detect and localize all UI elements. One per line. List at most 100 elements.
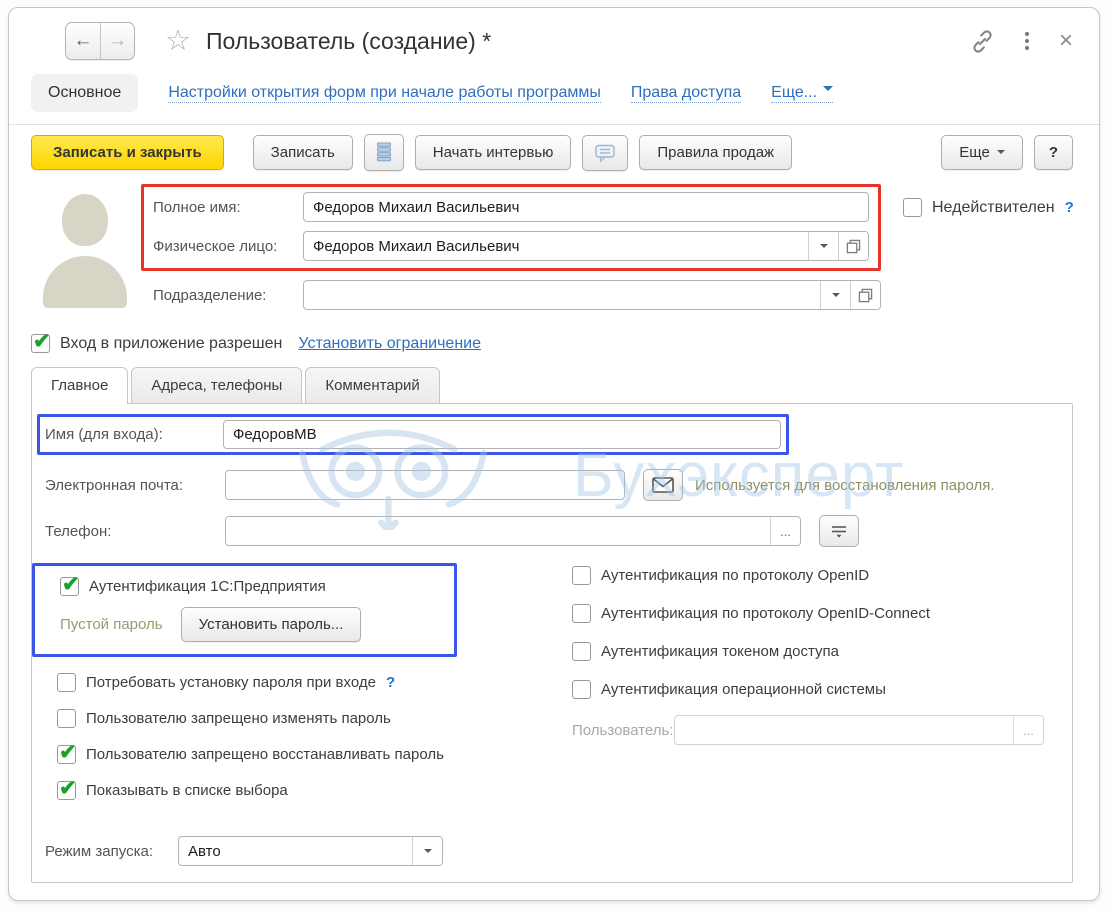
os-user-label: Пользователь: [572, 721, 674, 739]
password-options-list: Потребовать установку пароля при входе ?… [57, 673, 572, 801]
toolbar: Записать и закрыть Записать Начать интер… [9, 125, 1099, 180]
speech-bubble-icon [595, 144, 616, 163]
login-name-input[interactable] [223, 420, 781, 449]
launch-mode-label: Режим запуска: [45, 842, 153, 860]
person-combo [303, 231, 869, 261]
nav-row: Основное Настройки открытия форм при нач… [9, 66, 1099, 124]
highlight-blue-box-auth: Аутентификация 1С:Предприятия Пустой пар… [32, 563, 457, 657]
person-dropdown-button[interactable] [808, 232, 838, 260]
forward-button[interactable]: → [100, 23, 134, 59]
email-input[interactable] [225, 470, 625, 500]
require-password-help-icon[interactable]: ? [386, 674, 395, 691]
more-button[interactable]: Еще [941, 135, 1023, 170]
department-open-button[interactable] [850, 281, 880, 309]
auth-options-list: Аутентификация по протоколу OpenID Аутен… [572, 566, 1044, 699]
chevron-down-icon [819, 244, 828, 252]
copy-link-icon[interactable] [970, 29, 995, 54]
login-allowed-checkbox[interactable] [31, 329, 51, 354]
openid-label: Аутентификация по протоколу OpenID [601, 567, 870, 584]
openid-connect-checkbox[interactable] [572, 604, 591, 623]
person-open-button[interactable] [838, 232, 868, 260]
sales-rules-button[interactable]: Правила продаж [639, 135, 793, 170]
auth-columns: Аутентификация 1С:Предприятия Пустой пар… [32, 563, 1072, 801]
phone-input[interactable] [226, 517, 770, 545]
require-password-label: Потребовать установку пароля при входе [86, 674, 376, 691]
tab-main-section[interactable]: Основное [31, 74, 139, 112]
access-token-label: Аутентификация токеном доступа [601, 643, 839, 660]
link-more[interactable]: Еще... [771, 84, 834, 103]
os-user-input[interactable] [675, 716, 1013, 744]
show-in-choice-list-checkbox[interactable] [57, 776, 77, 801]
link-form-open-settings[interactable]: Настройки открытия форм при начале работ… [168, 84, 601, 103]
favorite-star-icon[interactable]: ☆ [165, 26, 191, 56]
phone-row: Телефон: ... [45, 515, 1072, 547]
openid-checkbox[interactable] [572, 566, 591, 585]
launch-mode-input[interactable] [179, 837, 412, 865]
require-password-checkbox[interactable] [57, 673, 76, 692]
comment-icon-button[interactable] [582, 134, 629, 171]
forward-arrow-icon: → [108, 30, 127, 51]
person-input[interactable] [304, 232, 808, 260]
phone-ellipsis-button[interactable]: ... [770, 517, 800, 545]
email-row: Электронная почта: Используется для восс… [45, 469, 1072, 501]
empty-password-status: Пустой пароль [60, 616, 163, 633]
department-input[interactable] [304, 281, 820, 309]
select-from-list-icon [832, 525, 846, 538]
list-icon [376, 142, 391, 162]
access-token-checkbox[interactable] [572, 642, 591, 661]
phone-select-list-button[interactable] [819, 515, 859, 547]
highlight-red-box: Полное имя: Физическое лицо: [141, 184, 881, 271]
forbid-recover-password-label: Пользователю запрещено восстанавливать п… [86, 746, 444, 763]
page-title: Пользователь (создание) * [206, 27, 492, 54]
login-allowed-label: Вход в приложение разрешен [60, 334, 283, 352]
person-label: Физическое лицо: [153, 237, 278, 255]
full-name-label: Полное имя: [153, 198, 241, 216]
forbid-recover-password-checkbox[interactable] [57, 740, 77, 765]
tab-comment[interactable]: Комментарий [305, 367, 440, 403]
window-controls: × [970, 29, 1073, 54]
highlight-blue-box-login: Имя (для входа): [37, 414, 789, 455]
save-and-close-button[interactable]: Записать и закрыть [31, 135, 224, 170]
launch-mode-row: Режим запуска: [45, 836, 1072, 866]
os-user-row: Пользователь: ... [572, 715, 1044, 745]
phone-combo: ... [225, 516, 801, 546]
back-button[interactable]: ← [66, 23, 100, 59]
os-user-combo: ... [674, 715, 1044, 745]
login-name-label: Имя (для входа): [45, 426, 163, 443]
launch-mode-combo [178, 836, 443, 866]
avatar [43, 192, 127, 308]
login-allowed-row: Вход в приложение разрешен Установить ог… [9, 310, 1099, 354]
openid-connect-label: Аутентификация по протоколу OpenID-Conne… [601, 605, 931, 622]
tab-general[interactable]: Главное [31, 367, 129, 404]
os-auth-checkbox[interactable] [572, 680, 591, 699]
os-user-ellipsis-button[interactable]: ... [1013, 716, 1043, 744]
department-dropdown-button[interactable] [820, 281, 850, 309]
close-icon[interactable]: × [1059, 29, 1073, 53]
help-button[interactable]: ? [1033, 135, 1073, 170]
start-interview-button[interactable]: Начать интервью [414, 135, 572, 170]
email-send-button[interactable] [643, 469, 683, 501]
email-hint: Используется для восстановления пароля. [695, 476, 995, 494]
menu-kebab-icon[interactable] [1022, 29, 1032, 53]
show-in-choice-list-label: Показывать в списке выбора [86, 782, 288, 799]
open-form-icon [858, 288, 873, 302]
email-label: Электронная почта: [45, 476, 184, 494]
invalid-help-icon[interactable]: ? [1065, 199, 1074, 216]
invalid-checkbox[interactable] [903, 198, 922, 217]
os-auth-label: Аутентификация операционной системы [601, 681, 886, 698]
list-icon-button[interactable] [363, 134, 404, 171]
chevron-down-icon [831, 293, 840, 301]
identity-section: Полное имя: Физическое лицо: [9, 180, 1099, 310]
tab-addresses-phones[interactable]: Адреса, телефоны [131, 367, 303, 403]
full-name-input[interactable] [303, 192, 869, 222]
set-password-button[interactable]: Установить пароль... [180, 607, 362, 642]
launch-mode-dropdown-button[interactable] [412, 837, 442, 865]
envelope-icon [652, 477, 674, 493]
department-combo [303, 280, 881, 310]
auth-1c-checkbox[interactable] [60, 572, 80, 597]
link-access-rights[interactable]: Права доступа [630, 84, 742, 103]
invalid-label: Недействителен [932, 198, 1055, 216]
set-restriction-link[interactable]: Установить ограничение [298, 335, 481, 353]
save-button[interactable]: Записать [252, 135, 353, 170]
forbid-change-password-checkbox[interactable] [57, 709, 76, 728]
